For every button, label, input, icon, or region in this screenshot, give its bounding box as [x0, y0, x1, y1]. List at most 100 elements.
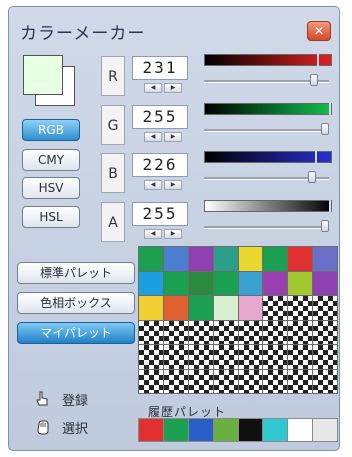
history-cell[interactable]: [213, 419, 238, 441]
palette-cell-empty[interactable]: [263, 296, 288, 320]
increment-a-button[interactable]: ▶: [164, 229, 182, 239]
palette-cell[interactable]: [163, 296, 188, 320]
palette-cell-empty[interactable]: [288, 369, 313, 393]
history-cell[interactable]: [139, 419, 163, 441]
close-button[interactable]: ✕: [307, 21, 331, 41]
palette-cell-empty[interactable]: [213, 345, 238, 369]
hue-box-button[interactable]: 色相ボックス: [17, 292, 135, 314]
history-cell[interactable]: [288, 419, 313, 441]
decrement-r-button[interactable]: ◀: [144, 83, 162, 93]
history-palette: [138, 418, 338, 442]
palette-cell[interactable]: [313, 247, 337, 271]
mode-button-hsv[interactable]: HSV: [22, 177, 80, 199]
palette-cell[interactable]: [288, 247, 313, 271]
hand-grab-icon: [36, 419, 50, 435]
palette-cell-empty[interactable]: [238, 345, 263, 369]
decrement-a-button[interactable]: ◀: [144, 229, 162, 239]
palette-cell[interactable]: [139, 296, 163, 320]
slider-thumb-a[interactable]: [321, 220, 329, 232]
select-label: 選択: [62, 421, 89, 437]
palette-cell-empty[interactable]: [288, 345, 313, 369]
palette-cell[interactable]: [238, 247, 263, 271]
mode-button-hsl[interactable]: HSL: [22, 206, 80, 228]
history-cell[interactable]: [263, 419, 288, 441]
palette-cell-empty[interactable]: [313, 320, 337, 344]
palette-cell[interactable]: [238, 271, 263, 295]
register-label: 登録: [62, 393, 89, 409]
window-title: カラーメーカー: [20, 24, 146, 44]
increment-b-button[interactable]: ▶: [164, 180, 182, 190]
palette-cell-empty[interactable]: [238, 369, 263, 393]
slider-thumb-b[interactable]: [307, 171, 316, 183]
slider-thumb-g[interactable]: [321, 123, 329, 135]
palette-cell[interactable]: [213, 296, 238, 320]
palette-cell[interactable]: [139, 271, 163, 295]
my-palette-button[interactable]: マイパレット: [17, 322, 135, 344]
history-cell[interactable]: [313, 419, 337, 441]
palette-cell-empty[interactable]: [313, 369, 337, 393]
palette-cell[interactable]: [263, 247, 288, 271]
gradient-bar-b[interactable]: [204, 151, 332, 163]
close-icon: ✕: [313, 24, 325, 38]
palette-cell-empty[interactable]: [313, 345, 337, 369]
palette-cell-empty[interactable]: [163, 369, 188, 393]
slider-thumb-r[interactable]: [310, 74, 318, 86]
palette-cell-empty[interactable]: [188, 369, 213, 393]
history-cell[interactable]: [238, 419, 263, 441]
mode-button-cmy[interactable]: CMY: [22, 149, 80, 171]
channel-value-a[interactable]: 255: [132, 202, 188, 226]
select-button[interactable]: 選択: [36, 418, 89, 437]
palette-cell-empty[interactable]: [139, 320, 163, 344]
gradient-marker-g: [329, 103, 331, 115]
palette-cell[interactable]: [313, 271, 337, 295]
palette-cell-empty[interactable]: [313, 296, 337, 320]
palette-cell-empty[interactable]: [238, 320, 263, 344]
palette-cell[interactable]: [263, 271, 288, 295]
decrement-b-button[interactable]: ◀: [144, 180, 162, 190]
channel-label-b: B: [101, 153, 125, 193]
channel-value-g[interactable]: 255: [132, 105, 188, 129]
palette-cell[interactable]: [213, 247, 238, 271]
gradient-marker-r: [317, 54, 320, 66]
palette-cell-empty[interactable]: [263, 345, 288, 369]
decrement-g-button[interactable]: ◀: [144, 132, 162, 142]
palette-cell-empty[interactable]: [263, 369, 288, 393]
standard-palette-button[interactable]: 標準パレット: [17, 262, 135, 284]
palette-cell[interactable]: [238, 296, 263, 320]
palette-cell-empty[interactable]: [163, 345, 188, 369]
channel-value-r[interactable]: 231: [132, 56, 188, 80]
palette-cell-empty[interactable]: [163, 320, 188, 344]
history-cell[interactable]: [188, 419, 213, 441]
register-button[interactable]: 登録: [36, 390, 89, 409]
gradient-bar-r[interactable]: [204, 54, 332, 66]
slider-track-a[interactable]: [204, 226, 329, 229]
palette-cell-empty[interactable]: [188, 320, 213, 344]
gradient-bar-g[interactable]: [204, 103, 332, 115]
palette-cell-empty[interactable]: [263, 320, 288, 344]
palette-cell-empty[interactable]: [288, 320, 313, 344]
increment-g-button[interactable]: ▶: [164, 132, 182, 142]
history-cell[interactable]: [163, 419, 188, 441]
increment-r-button[interactable]: ▶: [164, 83, 182, 93]
palette-cell[interactable]: [288, 271, 313, 295]
palette-cell[interactable]: [139, 247, 163, 271]
palette-cell[interactable]: [188, 271, 213, 295]
palette-cell-empty[interactable]: [139, 369, 163, 393]
foreground-color-swatch[interactable]: [23, 55, 63, 95]
palette-cell-empty[interactable]: [213, 369, 238, 393]
palette-cell[interactable]: [188, 247, 213, 271]
palette-cell-empty[interactable]: [213, 320, 238, 344]
mode-button-rgb[interactable]: RGB: [22, 119, 80, 141]
palette-cell[interactable]: [163, 271, 188, 295]
palette-cell[interactable]: [213, 271, 238, 295]
title-bar[interactable]: カラーメーカー ✕: [9, 7, 339, 49]
palette-cell-empty[interactable]: [288, 296, 313, 320]
palette-cell[interactable]: [188, 296, 213, 320]
palette-cell[interactable]: [163, 247, 188, 271]
channel-label-a: A: [101, 202, 125, 242]
palette-cell-empty[interactable]: [188, 345, 213, 369]
palette-cell-empty[interactable]: [139, 345, 163, 369]
gradient-bar-a[interactable]: [204, 200, 332, 212]
channel-value-b[interactable]: 226: [132, 153, 188, 177]
slider-track-g[interactable]: [204, 129, 329, 132]
